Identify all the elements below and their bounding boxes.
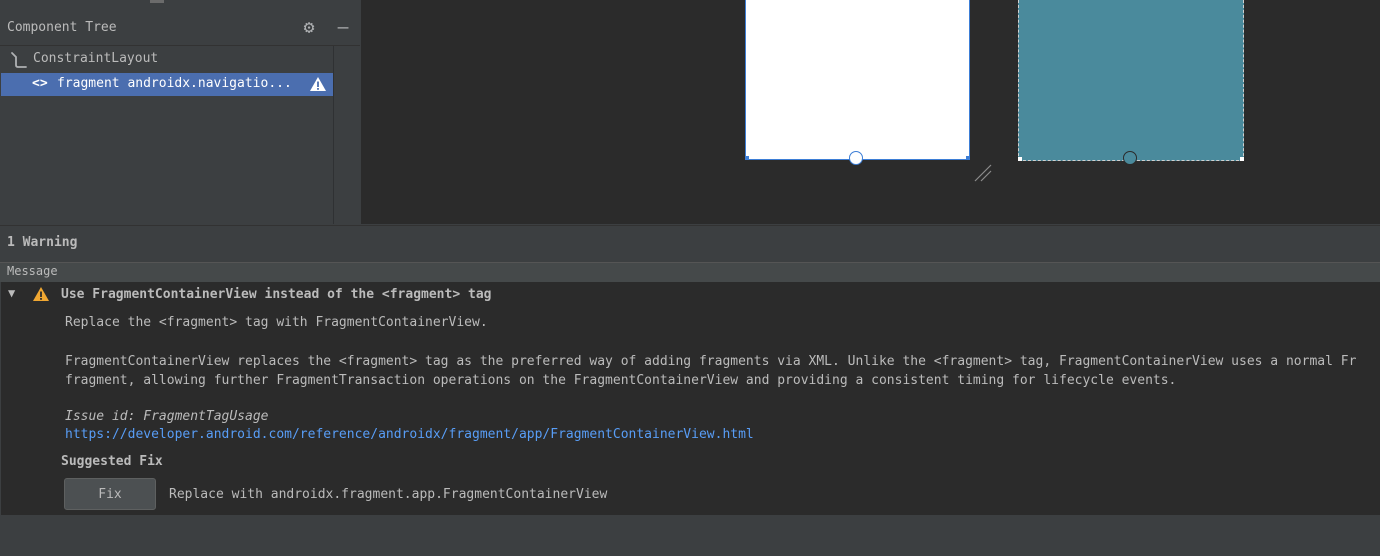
gear-icon[interactable]: ⚙ — [299, 18, 319, 38]
resize-handle-bottom-right[interactable] — [1240, 157, 1244, 161]
suggested-fix-heading: Suggested Fix — [61, 454, 163, 469]
component-tree-title: Component Tree — [7, 20, 117, 35]
tree-scrollbar-track[interactable] — [334, 46, 360, 224]
resize-handle-bottom-right[interactable] — [966, 156, 970, 160]
resize-handle-bottom-left[interactable] — [745, 156, 749, 160]
warning-count: 1 Warning — [7, 235, 78, 250]
issue-description-line: FragmentContainerView replaces the <frag… — [65, 354, 1357, 369]
tree-item-label: fragment androidx.navigatio... — [57, 76, 292, 91]
collapse-arrow-icon[interactable]: ▼ — [8, 286, 15, 300]
blueprint-surface[interactable] — [1018, 0, 1244, 161]
fix-button[interactable]: Fix — [64, 478, 156, 510]
issue-title[interactable]: Use FragmentContainerView instead of the… — [61, 287, 491, 302]
code-tag-icon: <> — [32, 76, 48, 91]
panel-footer — [0, 515, 1380, 555]
design-surface[interactable] — [745, 0, 970, 160]
constraint-anchor[interactable] — [849, 151, 863, 165]
documentation-link[interactable]: https://developer.android.com/reference/… — [65, 427, 754, 442]
message-column-header[interactable] — [0, 262, 1380, 282]
issue-description-line: fragment, allowing further FragmentTrans… — [65, 373, 1177, 388]
constraint-anchor[interactable] — [1123, 151, 1137, 165]
canvas-resize-grip-icon[interactable] — [973, 163, 993, 183]
minimize-icon[interactable]: — — [334, 19, 352, 37]
tree-item-label: ConstraintLayout — [33, 51, 159, 66]
resize-handle-bottom-left[interactable] — [1018, 157, 1022, 161]
issue-id: Issue id: FragmentTagUsage — [65, 409, 269, 424]
warning-icon — [33, 287, 49, 301]
warning-icon[interactable] — [309, 76, 327, 92]
issue-summary: Replace the <fragment> tag with Fragment… — [65, 315, 488, 330]
column-header-label: Message — [7, 264, 58, 278]
fix-description: Replace with androidx.fragment.app.Fragm… — [169, 487, 608, 502]
panel-splitter-grip[interactable] — [150, 0, 164, 3]
constraint-layout-icon — [11, 52, 27, 68]
